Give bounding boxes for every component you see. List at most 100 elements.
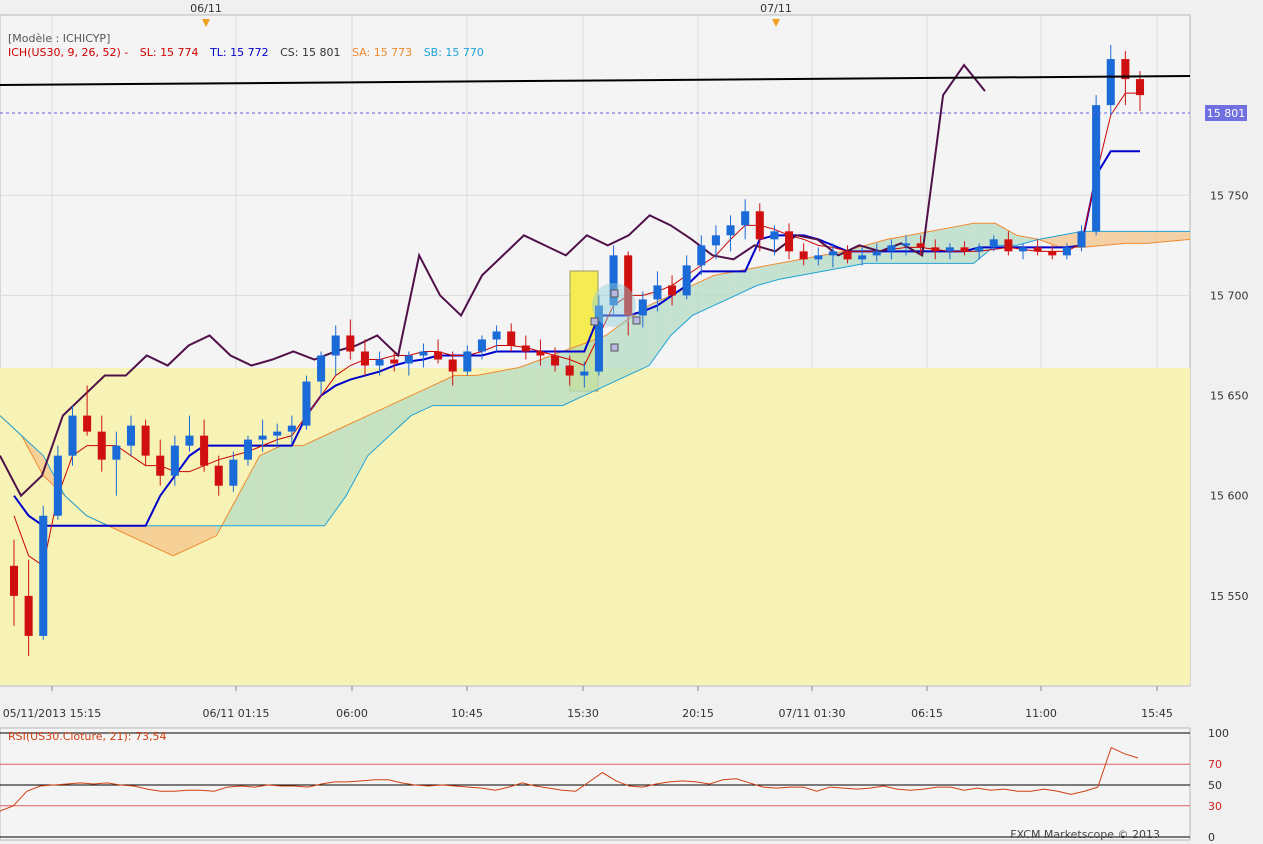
candle-body [1048,251,1057,256]
candle-body [1106,59,1115,106]
candle-body [126,425,136,446]
candle-body [785,231,794,252]
candle-body [83,415,92,432]
candle-body [536,351,545,356]
candle-body [1077,231,1086,248]
candle-body [931,247,940,252]
candle-body [565,365,574,376]
candle-body [141,425,150,456]
cloud-segment [281,445,303,526]
candle-body [770,231,779,240]
candle-body [390,359,399,364]
candle-body [214,465,223,486]
anchor-handle[interactable] [610,343,619,352]
candle-body [902,243,911,246]
price-chart[interactable]: 15 550 15 600 15 650 15 700 15 750 05/11/201… [0,0,1263,844]
legend-item: CS: 15 801 [280,46,340,59]
candle-body [434,351,443,360]
cloud-segment [930,227,952,264]
candle-body [741,211,750,226]
anchor-handle[interactable] [632,316,641,325]
candle-body [1062,247,1071,256]
candle-body [463,351,472,372]
candle-body [843,251,852,260]
rsi-level-label: 30 [1208,800,1222,813]
candle-body [580,371,589,376]
price-tick-label: 15 700 [1210,289,1249,302]
time-tick-label: 06:00 [336,707,368,720]
cloud-segment [1125,231,1147,244]
rsi-pane [0,727,1191,841]
footer-credit: FXCM Marketscope © 2013 [1010,828,1160,841]
candle-body [112,445,121,460]
time-tick-label: 06:15 [911,707,943,720]
cloud-segment [454,375,476,406]
candle-body [419,351,428,356]
candle-body [273,431,282,436]
time-tick-label: 15:45 [1141,707,1173,720]
current-price-text: 15 801 [1207,107,1246,120]
candle-body [682,265,691,296]
cloud-segment [952,223,974,264]
price-tick-label: 15 750 [1210,189,1249,202]
candle-body [331,335,340,356]
candle-body [1018,247,1028,252]
candle-body [521,345,530,352]
rsi-level-label: 0 [1208,831,1215,844]
anchor-handle[interactable] [590,317,599,326]
candle-body [9,565,19,596]
candle-body [258,435,267,440]
candle-body [828,251,837,256]
price-tick-label: 15 600 [1210,490,1249,503]
time-tick-label: 06/11 01:15 [203,707,270,720]
candle-body [360,351,369,366]
current-price-badge: 15 801 [1205,105,1247,121]
candle-body [287,425,296,432]
cloud-segment [259,445,282,526]
candle-body [945,247,954,252]
model-label: [Modèle : ICHICYP] [8,32,110,45]
candle-body [960,247,969,252]
rsi-label: RSI(US30.Cloture, 21): 73,54 [8,730,166,743]
candle-body [697,245,706,266]
candle-body [989,239,998,248]
cloud-segment [497,367,520,406]
candle-body [1033,247,1042,252]
candle-body [375,359,384,366]
cloud-segment [302,435,325,526]
time-tick-label: 10:45 [451,707,483,720]
candle [302,375,311,430]
candle-body [799,251,808,260]
time-tick-label: 07/11 01:30 [779,707,846,720]
candle-body [492,331,501,340]
candle-body [711,235,720,246]
candle-body [448,359,457,372]
legend-prefix: ICH(US30, 9, 26, 52) - [8,46,128,59]
candle [1092,95,1101,236]
cloud-segment [476,371,498,406]
candle-body [53,455,62,516]
candle-body [185,435,194,446]
date-marker-label: 06/11 [190,2,222,15]
candle-body [24,595,33,636]
chart-window: 15 550 15 600 15 650 15 700 15 750 05/11/201… [0,0,1263,844]
candle-body [638,299,647,316]
legend-item: TL: 15 772 [209,46,269,59]
candle-body [156,455,165,476]
rsi-level-label: 50 [1208,779,1222,792]
candle-body [346,335,355,352]
candle-body [170,445,179,476]
candle-body [243,439,252,460]
legend-item: SA: 15 773 [352,46,412,59]
indicator-legend: ICH(US30, 9, 26, 52) - SL: 15 774 TL: 15… [8,46,484,59]
anchor-handle[interactable] [610,289,619,298]
candle-body [477,339,486,352]
candle-body [1004,239,1013,252]
candle-body [317,355,326,382]
candle-body [507,331,516,346]
time-tick-label: 15:30 [567,707,599,720]
candle-body [668,285,677,296]
price-tick-label: 15 650 [1210,390,1249,403]
candle-body [726,225,735,236]
candle-body [653,285,662,300]
